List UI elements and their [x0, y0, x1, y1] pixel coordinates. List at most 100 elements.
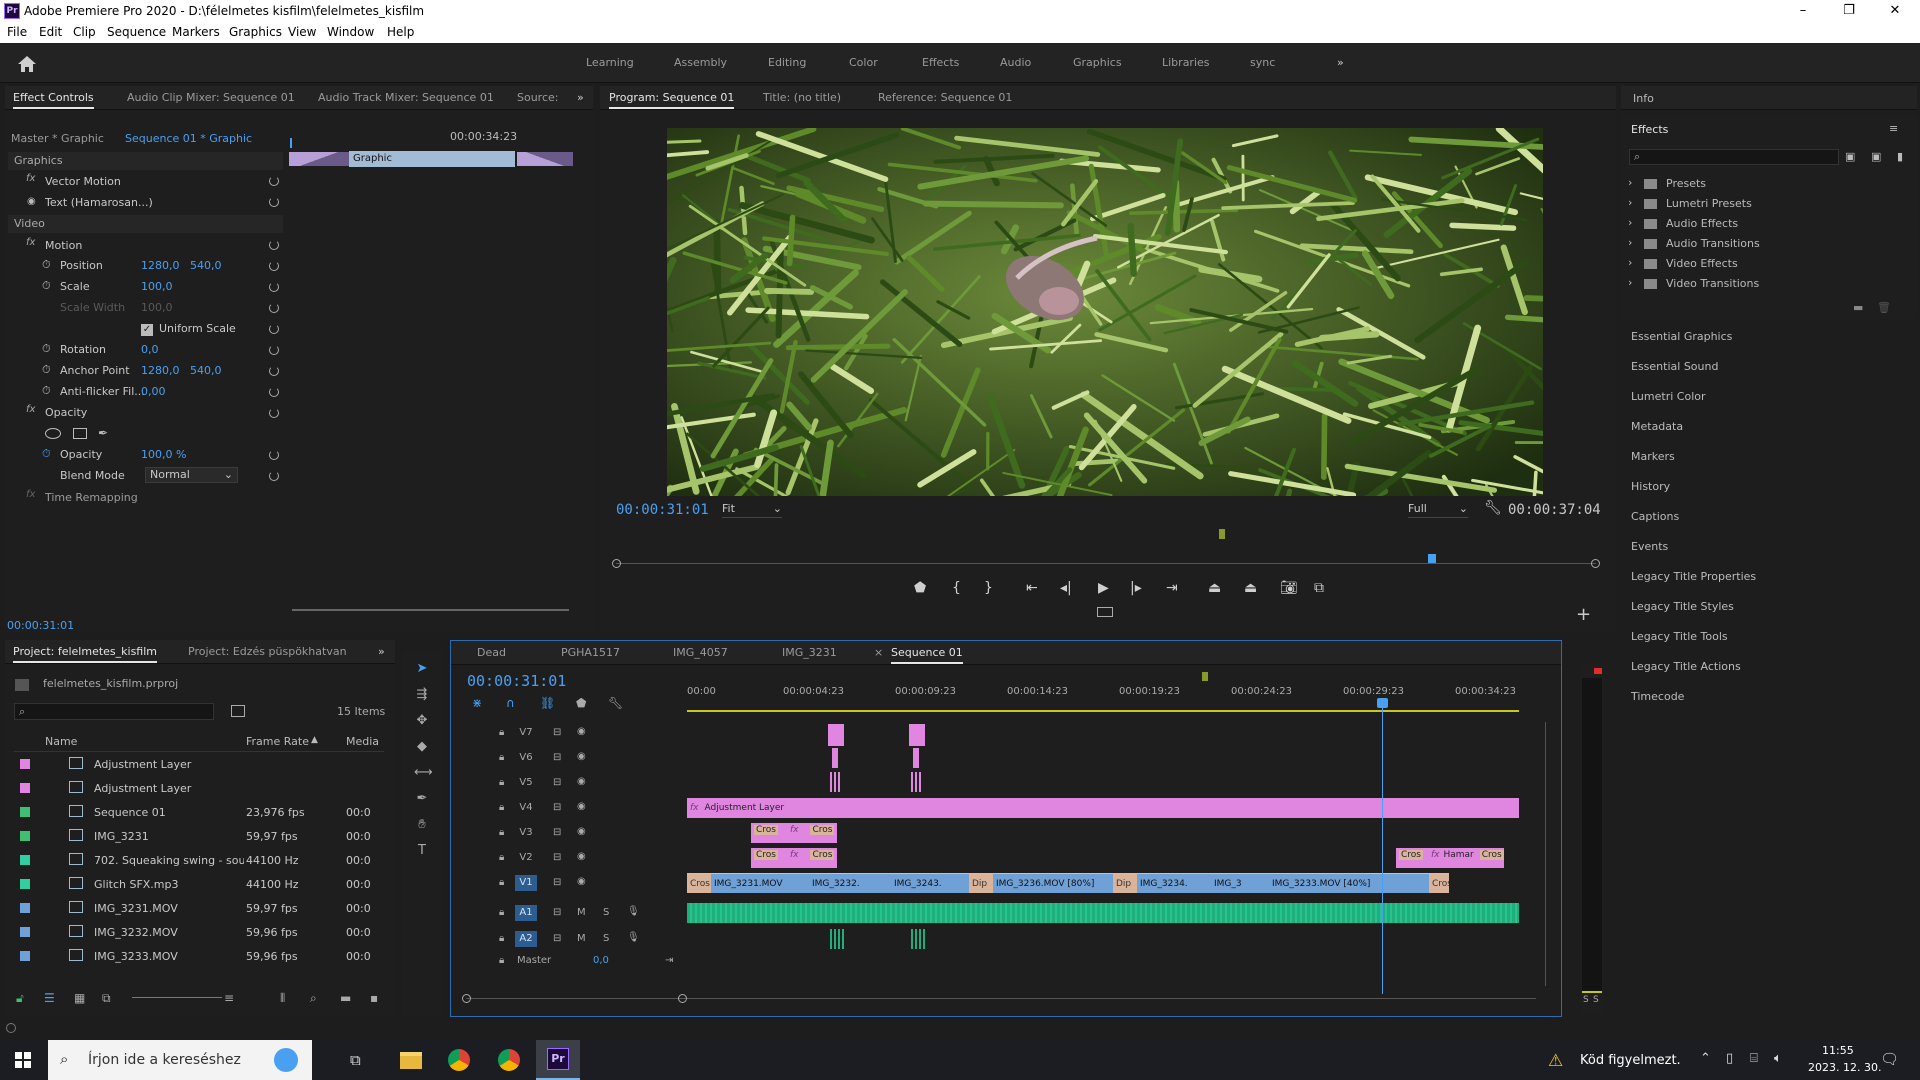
workspace-effects[interactable]: Effects	[922, 56, 959, 69]
settings-wrench-icon[interactable]: 🔧︎	[1484, 500, 1502, 516]
program-scrubber[interactable]	[612, 529, 1600, 571]
right-panel-tab[interactable]: Essential Sound	[1631, 360, 1718, 373]
anchor-y-value[interactable]: 540,0	[190, 362, 222, 380]
reset-icon[interactable]	[269, 303, 279, 313]
track-target-label[interactable]: V2	[515, 850, 537, 866]
right-panel-tab[interactable]: Captions	[1631, 510, 1679, 523]
track-target-label[interactable]: V6	[515, 750, 537, 766]
chevron-right-icon[interactable]: ›	[1628, 256, 1632, 269]
workspace-editing[interactable]: Editing	[768, 56, 806, 69]
add-button-icon[interactable]: +	[1576, 604, 1591, 625]
zoom-slider[interactable]	[132, 997, 222, 998]
a2-audio-clip[interactable]	[911, 929, 927, 949]
close-tab-icon[interactable]: ×	[874, 646, 883, 659]
lock-icon[interactable]: 🔒︎	[499, 827, 504, 838]
clock-date[interactable]: 2023. 12. 30.	[1808, 1061, 1881, 1074]
render-status-icon[interactable]	[6, 1023, 16, 1033]
sync-lock-icon[interactable]: ⊟	[553, 907, 561, 918]
stopwatch-icon[interactable]: ⏱	[42, 363, 51, 377]
lock-icon[interactable]: 🔒︎	[499, 727, 504, 738]
project-item-row[interactable]: Glitch SFX.mp3 44100 Hz 00:0	[14, 875, 371, 894]
right-panel-tab[interactable]: Lumetri Color	[1631, 390, 1706, 403]
label-color-swatch[interactable]	[20, 927, 30, 937]
chevron-right-icon[interactable]: ›	[1628, 236, 1632, 249]
new-custom-bin-icon[interactable]: ▬	[1853, 301, 1863, 314]
reset-icon[interactable]	[269, 261, 279, 271]
sync-lock-icon[interactable]: ⊟	[553, 802, 561, 813]
ec-playhead[interactable]	[290, 138, 292, 148]
fx-badge[interactable]: fx	[26, 173, 35, 184]
v2-graphic-clip[interactable]: Cros fx Cros	[751, 848, 837, 868]
track-select-tool-icon[interactable]: ⇶	[414, 687, 430, 703]
mark-out-icon[interactable]: }	[984, 580, 993, 596]
chevron-right-icon[interactable]: ›	[1628, 196, 1632, 209]
effects-folder[interactable]: › Presets	[1628, 176, 1908, 192]
lock-icon[interactable]: 🔒︎	[499, 955, 504, 966]
eye-icon[interactable]: ◉	[577, 726, 586, 737]
nest-icon[interactable]: ⋇	[472, 696, 482, 710]
new-bin-icon[interactable]: ▬	[340, 991, 351, 1005]
workspace-learning[interactable]: Learning	[586, 56, 634, 69]
right-panel-tab[interactable]: Legacy Title Actions	[1631, 660, 1741, 673]
add-marker-icon[interactable]: ⬟	[576, 696, 586, 710]
text-layer-effect[interactable]: Text (Hamarosan...)	[45, 194, 153, 212]
snap-magnet-icon[interactable]: ∩	[506, 696, 515, 710]
ripple-edit-tool-icon[interactable]: ✥	[414, 713, 430, 729]
weather-warning-icon[interactable]: ⚠	[1548, 1051, 1563, 1071]
pink-clip-v7[interactable]	[909, 724, 925, 746]
menu-file[interactable]: File	[7, 25, 27, 39]
lock-icon[interactable]: 🔒︎	[499, 752, 504, 763]
eye-icon[interactable]: ◉	[577, 751, 586, 762]
label-color-swatch[interactable]	[20, 903, 30, 913]
playhead-marker[interactable]	[1428, 554, 1436, 563]
reset-icon[interactable]	[269, 450, 279, 460]
ellipse-mask-icon[interactable]	[45, 427, 61, 439]
accelerated-effects-icon[interactable]: ▣	[1845, 150, 1855, 163]
workspace-assembly[interactable]: Assembly	[674, 56, 727, 69]
taskbar-search-box[interactable]: ⌕ Írjon ide a kereséshez	[48, 1040, 312, 1080]
pink-clip-v7[interactable]	[828, 724, 844, 746]
timeline-timecode[interactable]: 00:00:31:01	[467, 672, 566, 690]
tab-project-edzes[interactable]: Project: Edzés püspökhatvan	[188, 645, 347, 658]
rectangle-mask-icon[interactable]	[72, 427, 87, 439]
stopwatch-icon[interactable]: ⏱	[42, 258, 51, 272]
pink-clip-v5[interactable]	[911, 772, 921, 792]
column-media[interactable]: Media	[346, 735, 379, 748]
scale-value[interactable]: 100,0	[141, 278, 173, 296]
sync-lock-icon[interactable]: ⊟	[553, 777, 561, 788]
sort-icons-icon[interactable]: ≡	[224, 991, 234, 1005]
program-timecode[interactable]: 00:00:31:01	[616, 502, 709, 518]
fx-badge[interactable]: fx	[690, 803, 699, 813]
play-icon[interactable]: ▶	[1098, 580, 1109, 596]
reset-icon[interactable]	[269, 471, 279, 481]
panel-more-button[interactable]: »	[577, 91, 584, 104]
ec-mini-timeline[interactable]: Graphic	[289, 150, 575, 168]
project-item-row[interactable]: Sequence 01 23,976 fps 00:0	[14, 803, 371, 822]
v2-title-clip[interactable]: Cros fx Hamar Cros	[1396, 848, 1504, 868]
find-icon[interactable]: ⌕	[310, 991, 317, 1006]
workspace-libraries[interactable]: Libraries	[1162, 56, 1210, 69]
effects-folder[interactable]: › Audio Transitions	[1628, 236, 1908, 252]
hand-tool-icon[interactable]: ✋︎	[414, 817, 430, 833]
reset-icon[interactable]	[269, 366, 279, 376]
v1-video-clip[interactable]: IMG_3243.	[891, 873, 969, 893]
pen-tool-icon[interactable]: ✒	[414, 791, 430, 807]
v1-video-clip[interactable]: IMG_3232.	[809, 873, 891, 893]
solo-button[interactable]: S	[603, 907, 609, 918]
project-item-row[interactable]: IMG_3233.MOV 59,96 fps 00:0	[14, 947, 371, 966]
maximize-button[interactable]: ❐	[1826, 0, 1872, 22]
mute-button[interactable]: M	[577, 933, 586, 944]
right-panel-tab[interactable]: Timecode	[1631, 690, 1684, 703]
step-forward-icon[interactable]: |▸	[1130, 580, 1142, 596]
eye-icon[interactable]: ◉	[577, 851, 586, 862]
clock-time[interactable]: 11:55	[1822, 1044, 1854, 1057]
reset-icon[interactable]	[269, 240, 279, 250]
icon-view-icon[interactable]: ▦	[74, 991, 85, 1005]
workspace-graphics[interactable]: Graphics	[1073, 56, 1122, 69]
comparison-view-icon[interactable]: ⧉	[1314, 580, 1324, 596]
razor-tool-icon[interactable]: ◆	[414, 739, 430, 755]
sync-lock-icon[interactable]: ⊟	[553, 827, 561, 838]
track-target-label[interactable]: V3	[515, 825, 537, 841]
slip-tool-icon[interactable]: ⟷	[414, 765, 433, 781]
add-marker-icon[interactable]: ⬟	[914, 580, 926, 596]
